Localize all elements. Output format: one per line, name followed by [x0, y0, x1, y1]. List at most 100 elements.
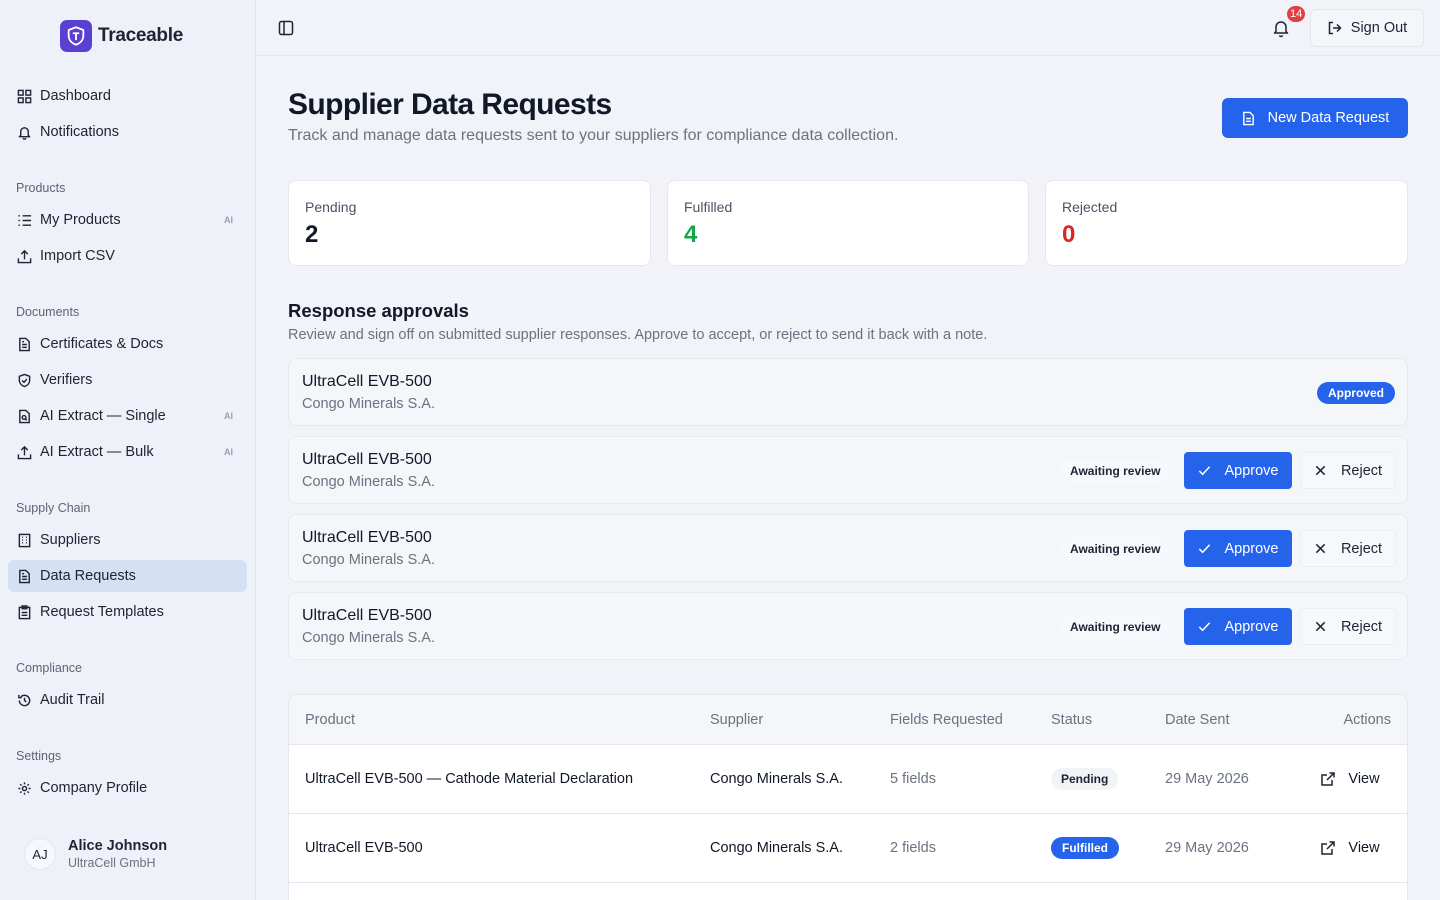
- sign-out-button[interactable]: Sign Out: [1310, 9, 1424, 47]
- approval-supplier: Congo Minerals S.A.: [302, 396, 435, 412]
- close-icon: [1314, 620, 1327, 633]
- column-header-actions: Actions: [1343, 712, 1391, 728]
- list-icon: [16, 212, 32, 228]
- reject-button[interactable]: Reject: [1300, 530, 1396, 567]
- upload-icon: [16, 444, 32, 460]
- approval-supplier: Congo Minerals S.A.: [302, 630, 435, 646]
- sidebar-item-label: Dashboard: [40, 88, 111, 104]
- document-icon: [16, 568, 32, 584]
- reject-button[interactable]: Reject: [1300, 608, 1396, 645]
- sidebar-item-verifiers[interactable]: Verifiers: [8, 364, 247, 396]
- sidebar-item-audit-trail[interactable]: Audit Trail: [8, 684, 247, 716]
- clipboard-icon: [16, 604, 32, 620]
- new-data-request-button[interactable]: New Data Request: [1222, 98, 1408, 138]
- topbar: 14 Sign Out: [256, 0, 1440, 56]
- cell-fields: 5 fields: [890, 771, 936, 787]
- sidebar: Traceable Dashboard Notifications Produc…: [0, 0, 256, 900]
- check-icon: [1197, 541, 1212, 556]
- notification-count-badge: 14: [1285, 4, 1308, 24]
- data-requests-table: Product Supplier Fields Requested Status…: [288, 694, 1408, 900]
- approval-row: UltraCell EVB-500 Congo Minerals S.A. Aw…: [288, 592, 1408, 660]
- shield-icon: [16, 372, 32, 388]
- view-label: View: [1348, 840, 1380, 856]
- sidebar-item-dashboard[interactable]: Dashboard: [8, 80, 247, 112]
- approval-supplier: Congo Minerals S.A.: [302, 552, 435, 568]
- view-label: View: [1348, 771, 1380, 787]
- bell-icon: [16, 124, 32, 140]
- approve-button[interactable]: Approve: [1184, 530, 1292, 567]
- dashboard-grid-icon: [16, 88, 32, 104]
- approve-button[interactable]: Approve: [1184, 452, 1292, 489]
- sidebar-item-ai-extract-bulk[interactable]: AI Extract — Bulk AI: [8, 436, 247, 468]
- cell-supplier: Congo Minerals S.A.: [710, 771, 843, 787]
- ai-badge: AI: [224, 447, 233, 457]
- sidebar-item-label: AI Extract — Bulk: [40, 444, 154, 460]
- app-name: Traceable: [98, 25, 183, 46]
- logo-shield-icon: [60, 20, 92, 52]
- sidebar-item-ai-extract-single[interactable]: AI Extract — Single AI: [8, 400, 247, 432]
- column-header-status[interactable]: Status: [1051, 712, 1092, 728]
- approval-row: UltraCell EVB-500 Congo Minerals S.A. Ap…: [288, 358, 1408, 426]
- column-header-date[interactable]: Date Sent: [1165, 712, 1230, 728]
- sidebar-item-notifications[interactable]: Notifications: [8, 116, 247, 148]
- table-row[interactable]: UltraCell EVB-500 Congo Minerals S.A. 2 …: [289, 814, 1407, 883]
- new-data-request-label: New Data Request: [1267, 110, 1390, 126]
- sidebar-item-label: Company Profile: [40, 780, 148, 796]
- cell-supplier: Congo Minerals S.A.: [710, 840, 843, 856]
- user-profile[interactable]: AJ Alice Johnson UltraCell GmbH: [24, 838, 167, 870]
- sidebar-item-label: My Products: [40, 212, 121, 228]
- approval-product: UltraCell EVB-500: [302, 529, 432, 546]
- approve-label: Approve: [1224, 540, 1279, 557]
- external-link-icon: [1320, 771, 1336, 787]
- stat-card-fulfilled: Fulfilled 4: [667, 180, 1029, 266]
- sidebar-item-label: Data Requests: [40, 568, 136, 584]
- sidebar-item-my-products[interactable]: My Products AI: [8, 204, 247, 236]
- close-icon: [1314, 542, 1327, 555]
- sidebar-section-documents: Documents: [16, 305, 80, 319]
- status-badge: Awaiting review: [1061, 615, 1170, 639]
- approve-button[interactable]: Approve: [1184, 608, 1292, 645]
- view-button[interactable]: View: [1307, 761, 1393, 797]
- document-icon: [16, 336, 32, 352]
- sidebar-section-settings: Settings: [16, 749, 62, 763]
- column-header-supplier[interactable]: Supplier: [710, 712, 763, 728]
- sidebar-item-label: Audit Trail: [40, 692, 105, 708]
- approve-label: Approve: [1224, 462, 1279, 479]
- building-icon: [16, 532, 32, 548]
- page-title: Supplier Data Requests: [288, 88, 612, 121]
- approval-row: UltraCell EVB-500 Congo Minerals S.A. Aw…: [288, 436, 1408, 504]
- sidebar-item-data-requests[interactable]: Data Requests: [8, 560, 247, 592]
- approve-label: Approve: [1224, 618, 1279, 635]
- sidebar-toggle-icon[interactable]: [277, 19, 295, 37]
- view-button[interactable]: View: [1307, 830, 1393, 866]
- reject-button[interactable]: Reject: [1300, 452, 1396, 489]
- page-subtitle: Track and manage data requests sent to y…: [288, 127, 899, 144]
- approval-product: UltraCell EVB-500: [302, 451, 432, 468]
- stat-value: 4: [684, 221, 698, 248]
- sidebar-item-certificates[interactable]: Certificates & Docs: [8, 328, 247, 360]
- sign-out-icon: [1327, 20, 1343, 36]
- sidebar-item-request-templates[interactable]: Request Templates: [8, 596, 247, 628]
- status-badge: Awaiting review: [1061, 459, 1170, 483]
- sidebar-section-products: Products: [16, 181, 66, 195]
- stat-label: Pending: [305, 199, 357, 215]
- avatar: AJ: [24, 838, 56, 870]
- ai-badge: AI: [224, 411, 233, 421]
- sign-out-label: Sign Out: [1350, 20, 1408, 36]
- column-header-fields[interactable]: Fields Requested: [890, 712, 1003, 728]
- approval-supplier: Congo Minerals S.A.: [302, 474, 435, 490]
- cell-date: 29 May 2026: [1165, 840, 1249, 856]
- sidebar-item-suppliers[interactable]: Suppliers: [8, 524, 247, 556]
- history-icon: [16, 692, 32, 708]
- approval-row: UltraCell EVB-500 Congo Minerals S.A. Aw…: [288, 514, 1408, 582]
- app-logo[interactable]: Traceable: [60, 20, 183, 52]
- cell-date: 29 May 2026: [1165, 771, 1249, 787]
- document-icon: [1241, 111, 1256, 126]
- stat-card-rejected: Rejected 0: [1045, 180, 1408, 266]
- sidebar-item-import-csv[interactable]: Import CSV: [8, 240, 247, 272]
- sidebar-item-company-profile[interactable]: Company Profile: [8, 772, 247, 804]
- table-row[interactable]: UltraCell EVB-500 — Cathode Material Dec…: [289, 745, 1407, 814]
- sidebar-item-label: Certificates & Docs: [40, 336, 164, 352]
- column-header-product[interactable]: Product: [305, 712, 355, 728]
- stat-value: 2: [305, 221, 319, 248]
